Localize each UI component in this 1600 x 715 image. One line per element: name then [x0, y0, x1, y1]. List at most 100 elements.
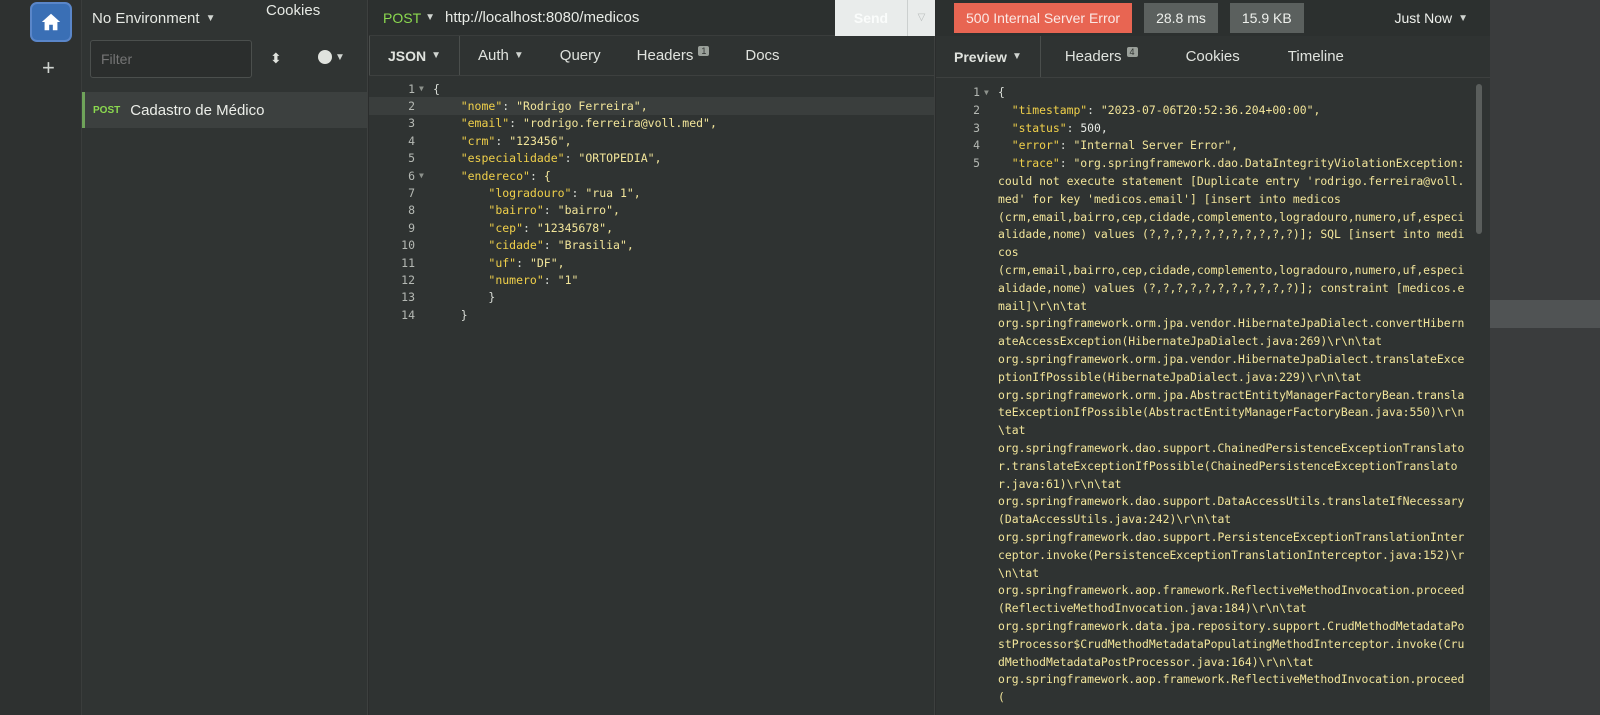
json-key: "uf": [488, 255, 517, 270]
code-line[interactable]: 10 "cidade": "Brasilia",: [369, 237, 934, 254]
tab-auth[interactable]: Auth ▼: [460, 36, 542, 75]
response-line: 2 "timestamp": "2023-07-06T20:52:36.204+…: [936, 102, 1476, 120]
json-key: "timestamp": [1011, 102, 1088, 117]
tab-json[interactable]: JSON ▼: [369, 36, 461, 75]
json-key: "crm": [460, 133, 496, 148]
line-number: 7: [408, 186, 415, 201]
tab-query[interactable]: Query: [542, 36, 619, 75]
cookies-button[interactable]: Cookies: [266, 2, 320, 19]
chevron-down-icon: ▼: [1458, 12, 1468, 24]
home-button[interactable]: [30, 2, 72, 42]
tab-docs[interactable]: Docs: [727, 36, 797, 75]
json-value: 500,: [1080, 120, 1108, 135]
create-menu-button[interactable]: ▼: [318, 50, 345, 64]
fold-gutter: [984, 120, 998, 138]
code-line[interactable]: 13 }: [369, 289, 934, 306]
add-workspace-button[interactable]: +: [42, 57, 55, 79]
fold-arrow-icon[interactable]: ▼: [419, 171, 433, 180]
code-line[interactable]: 11 "uf": "DF",: [369, 254, 934, 271]
send-label: Send: [853, 10, 889, 26]
json-value: "123456",: [509, 133, 572, 148]
code-line[interactable]: 12 "numero": "1": [369, 271, 934, 288]
line-number: 12: [401, 272, 415, 287]
colon: :: [523, 220, 537, 235]
method-selector[interactable]: POST ▼: [369, 10, 435, 26]
json-key: "numero": [488, 272, 544, 287]
colon: :: [529, 168, 544, 183]
json-brace: }: [460, 307, 468, 322]
tab-label: Query: [559, 47, 601, 64]
chevron-down-icon: ▼: [1011, 51, 1022, 62]
json-key: "especialidade": [460, 151, 565, 166]
tab-label: Headers: [636, 47, 694, 64]
line-number: 2: [973, 102, 980, 117]
tab-headers[interactable]: Headers 1: [619, 36, 728, 75]
trace-continuation: could not execute statement [Duplicate e…: [998, 173, 1465, 705]
sidebar-request-item[interactable]: POST Cadastro de Médico: [82, 92, 367, 128]
tab-label: Cookies: [1185, 48, 1240, 65]
code-line[interactable]: 2 "nome": "Rodrigo Ferreira",: [369, 97, 934, 115]
history-selector[interactable]: Just Now ▼: [1395, 10, 1468, 26]
line-number: 5: [973, 156, 980, 171]
tab-label: Preview: [954, 48, 1007, 65]
colon: :: [1066, 120, 1081, 135]
chevron-down-icon: ▼: [425, 12, 436, 23]
code-line[interactable]: 1 ▼{: [369, 80, 934, 97]
code-line[interactable]: 9 "cep": "12345678",: [369, 219, 934, 236]
filter-input[interactable]: [90, 40, 252, 78]
response-line: 3 "status": 500,: [936, 120, 1476, 138]
sort-icon[interactable]: ⬍: [270, 50, 282, 67]
line-number: 4: [973, 138, 980, 153]
line-number: 8: [408, 203, 415, 218]
response-status-bar: 500 Internal Server Error 28.8 ms 15.9 K…: [936, 0, 1490, 36]
json-value: "2023-07-06T20:52:36.204+00:00",: [1100, 102, 1321, 117]
json-key: "bairro": [488, 203, 544, 218]
colon: :: [543, 203, 558, 218]
url-bar: POST ▼ http://localhost:8080/medicos Sen…: [369, 0, 935, 36]
colon: :: [509, 116, 524, 131]
code-line[interactable]: 5 "especialidade": "ORTOPEDIA",: [369, 150, 934, 167]
code-line[interactable]: 4 "crm": "123456",: [369, 132, 934, 149]
tab-preview[interactable]: Preview ▼: [936, 36, 1041, 77]
code-line[interactable]: 6 ▼ "endereco": {: [369, 167, 934, 184]
fold-arrow-icon[interactable]: ▼: [984, 84, 998, 102]
environment-selector[interactable]: No Environment ▼: [92, 10, 215, 27]
code-line[interactable]: 8 "bairro": "bairro",: [369, 202, 934, 219]
response-tabs: Preview ▼ Headers 4 Cookies Timeline: [936, 36, 1490, 78]
code-line[interactable]: 7 "logradouro": "rua 1",: [369, 184, 934, 201]
tab-response-headers[interactable]: Headers 4: [1041, 36, 1162, 77]
tab-label: JSON: [388, 47, 427, 64]
line-number: 1: [973, 85, 980, 99]
colon: :: [1059, 156, 1074, 171]
json-key: "nome": [460, 99, 503, 114]
code-line[interactable]: 3 "email": "rodrigo.ferreira@voll.med",: [369, 115, 934, 132]
request-method-badge: POST: [93, 104, 121, 116]
colon: :: [543, 272, 558, 287]
json-value: "DF",: [529, 255, 565, 270]
tab-response-cookies[interactable]: Cookies: [1162, 36, 1264, 77]
request-name: Cadastro de Médico: [130, 101, 265, 119]
line-number: 1: [408, 81, 415, 96]
response-scrollbar[interactable]: [1476, 84, 1482, 234]
plus-circle-icon: [318, 50, 332, 64]
chevron-down-icon[interactable]: ▽: [907, 0, 935, 36]
home-icon: [41, 13, 61, 31]
tab-timeline[interactable]: Timeline: [1264, 36, 1368, 77]
json-key: "endereco": [460, 168, 530, 183]
url-input[interactable]: http://localhost:8080/medicos: [445, 9, 639, 26]
background-edge: [1490, 0, 1600, 715]
json-body-editor[interactable]: 1 ▼{2 "nome": "Rodrigo Ferreira", 3 "email…: [369, 80, 934, 715]
send-button[interactable]: Send ▽: [835, 0, 935, 36]
json-value: "rodrigo.ferreira@voll.med",: [523, 116, 717, 131]
fold-arrow-icon[interactable]: ▼: [419, 84, 433, 93]
json-value: "rua 1",: [585, 186, 641, 201]
code-line[interactable]: 14 }: [369, 306, 934, 323]
